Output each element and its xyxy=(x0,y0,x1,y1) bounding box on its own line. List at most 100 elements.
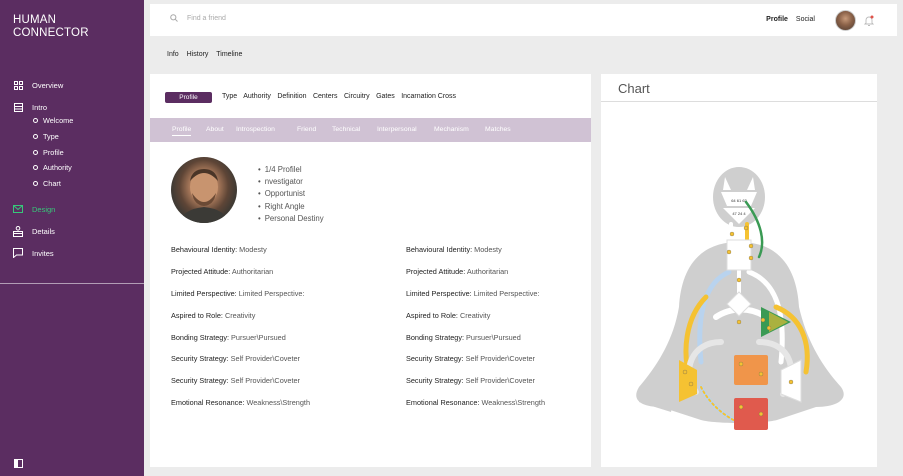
bodygraph: 64 61 63 47 24 4 xyxy=(636,167,844,430)
attribute-row: Emotional Resonance: Weakness\Strength xyxy=(171,398,310,407)
search-bar[interactable]: Find a friend xyxy=(170,14,226,22)
top-links: Profile Social xyxy=(760,16,815,23)
sidebar-item-design[interactable]: Design xyxy=(13,204,55,214)
attribute-label: Limited Perspective: xyxy=(406,289,472,298)
profile-traits: 1/4 Profilel nvestigator Opportunist Rig… xyxy=(258,164,324,225)
inner-tab-about[interactable]: About xyxy=(206,126,224,133)
search-input[interactable]: Find a friend xyxy=(187,15,226,22)
attribute-label: Behavioural Identity: xyxy=(406,245,473,254)
inner-tab-matches[interactable]: Matches xyxy=(485,126,511,133)
bullet-icon xyxy=(33,118,38,123)
trait-item: Right Angle xyxy=(258,201,324,213)
sidebar-item-overview[interactable]: Overview xyxy=(13,80,63,90)
profile-photo xyxy=(171,157,237,223)
sidebar-subitem-authority[interactable]: Authority xyxy=(33,163,72,172)
attribute-value: Creativity xyxy=(224,311,256,320)
social-link[interactable]: Social xyxy=(796,16,815,23)
attribute-value: Modesty xyxy=(474,245,502,254)
tab-circuitry[interactable]: Circuitry xyxy=(344,93,370,100)
attribute-row: Behavioural Identity: Modesty xyxy=(406,245,502,254)
layers-icon xyxy=(13,102,23,112)
attribute-row: Aspired to Role: Creativity xyxy=(406,311,490,320)
tab-definition[interactable]: Definition xyxy=(277,93,306,100)
app-logo[interactable]: HUMAN CONNECTOR xyxy=(13,14,89,40)
attribute-value: Authoritarian xyxy=(231,267,274,276)
attribute-label: Bonding Strategy: xyxy=(406,333,465,342)
nav-history[interactable]: History xyxy=(187,51,209,58)
attribute-label: Aspired to Role: xyxy=(406,311,458,320)
attribute-label: Projected Attitude: xyxy=(171,267,231,276)
inner-tab-friend[interactable]: Friend xyxy=(297,126,316,133)
tab-gates[interactable]: Gates xyxy=(376,93,395,100)
bullet-icon xyxy=(33,181,38,186)
attribute-value: Weakness\Strength xyxy=(481,398,545,407)
tab-profile-pill[interactable]: Profile xyxy=(165,92,212,103)
sidebar: HUMAN CONNECTOR Overview Intro Welcome T… xyxy=(0,0,144,476)
attribute-row: Security Strategy: Self Provider\Coveter xyxy=(171,354,300,363)
attribute-label: Projected Attitude: xyxy=(406,267,466,276)
sidebar-item-label: Invites xyxy=(32,248,54,258)
sidebar-item-invites[interactable]: Invites xyxy=(13,248,54,258)
attribute-row: Projected Attitude: Authoritarian xyxy=(171,267,273,276)
nav-timeline[interactable]: Timeline xyxy=(216,51,242,58)
inner-tab-bar: Profile About Introspection Friend Techn… xyxy=(150,118,591,142)
attribute-row: Projected Attitude: Authoritarian xyxy=(406,267,508,276)
search-icon xyxy=(170,14,178,22)
sidebar-subitem-label: Welcome xyxy=(43,116,74,125)
attribute-value: Self Provider\Coveter xyxy=(230,354,300,363)
attribute-value: Limited Perspective: xyxy=(473,289,540,298)
attribute-row: Bonding Strategy: Pursuer\Pursued xyxy=(171,333,286,342)
tab-incarnation-cross[interactable]: Incarnation Cross xyxy=(401,93,456,100)
sidebar-item-intro[interactable]: Intro xyxy=(13,102,47,112)
sidebar-subitem-chart[interactable]: Chart xyxy=(33,179,61,188)
user-avatar[interactable] xyxy=(835,10,856,31)
sidebar-item-label: Details xyxy=(32,226,55,236)
attribute-row: Aspired to Role: Creativity xyxy=(171,311,255,320)
attribute-value: Modesty xyxy=(239,245,267,254)
attribute-label: Bonding Strategy: xyxy=(171,333,230,342)
sidebar-item-label: Intro xyxy=(32,102,48,112)
bullet-icon xyxy=(33,150,38,155)
attribute-value: Authoritarian xyxy=(466,267,509,276)
trait-item: Opportunist xyxy=(258,188,324,200)
attribute-label: Security Strategy: xyxy=(171,354,229,363)
chart-card: Chart 64 61 63 47 24 4 xyxy=(601,74,877,467)
inner-tab-profile[interactable]: Profile xyxy=(172,126,192,136)
bullet-icon xyxy=(33,165,38,170)
tab-authority[interactable]: Authority xyxy=(243,93,271,100)
inner-tab-mechanism[interactable]: Mechanism xyxy=(434,126,469,133)
sidebar-subitem-welcome[interactable]: Welcome xyxy=(33,116,73,125)
profile-link[interactable]: Profile xyxy=(766,16,788,23)
trait-item: Personal Destiny xyxy=(258,213,324,225)
sidebar-item-label: Overview xyxy=(32,80,64,90)
attribute-value: Self Provider\Coveter xyxy=(465,354,535,363)
attribute-value: Pursuer\Pursued xyxy=(466,333,521,342)
sidebar-item-details[interactable]: Details xyxy=(13,225,55,237)
chart-title: Chart xyxy=(618,81,650,96)
throat-center xyxy=(726,239,752,271)
nav-info[interactable]: Info xyxy=(167,51,179,58)
attribute-label: Behavioural Identity: xyxy=(171,245,238,254)
attribute-label: Emotional Resonance: xyxy=(406,398,480,407)
logo-line-2: CONNECTOR xyxy=(13,27,89,39)
attribute-value: Creativity xyxy=(459,311,491,320)
tab-centers[interactable]: Centers xyxy=(313,93,338,100)
person-desk-icon xyxy=(13,225,23,237)
sidebar-subitem-profile[interactable]: Profile xyxy=(33,148,64,157)
attribute-value: Weakness\Strength xyxy=(246,398,310,407)
notification-bell-icon[interactable] xyxy=(863,14,875,26)
sidebar-subitem-label: Profile xyxy=(43,148,64,157)
chat-icon xyxy=(13,248,23,258)
inner-tab-technical[interactable]: Technical xyxy=(332,126,360,133)
profile-card: Profile Type Authority Definition Center… xyxy=(150,74,591,467)
trait-item: nvestigator xyxy=(258,176,324,188)
sidebar-subitem-type[interactable]: Type xyxy=(33,132,59,141)
attribute-value: Self Provider\Coveter xyxy=(465,376,535,385)
inner-tab-introspection[interactable]: Introspection xyxy=(236,126,275,133)
attribute-label: Security Strategy: xyxy=(406,354,464,363)
inner-tab-interpersonal[interactable]: Interpersonal xyxy=(377,126,417,133)
attribute-row: Security Strategy: Self Provider\Coveter xyxy=(171,376,300,385)
collapse-sidebar-icon[interactable] xyxy=(14,455,23,468)
attribute-row: Bonding Strategy: Pursuer\Pursued xyxy=(406,333,521,342)
tab-type[interactable]: Type xyxy=(222,93,237,100)
